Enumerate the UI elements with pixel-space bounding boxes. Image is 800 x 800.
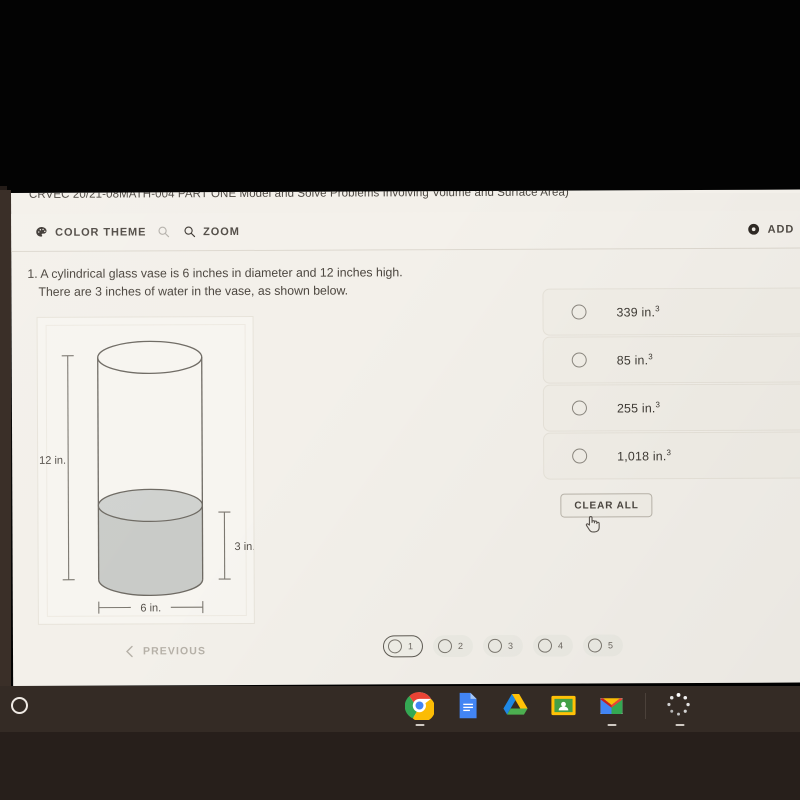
laptop-body-below-screen [0,732,800,800]
answer-exponent-2: 3 [648,352,653,362]
palette-icon [35,226,48,239]
answer-option-label-1: 339 in.3 [616,304,659,319]
loading-spinner-icon[interactable] [665,691,694,726]
app-toolbar: COLOR THEME ZOOM ADD [11,210,800,252]
previous-label: PREVIOUS [142,645,207,658]
zoom-out-button[interactable] [157,225,170,238]
google-drive-icon[interactable] [501,691,530,720]
previous-button[interactable]: PREVIOUS [125,645,206,657]
question-pager: 1 2 3 4 5 [382,634,624,658]
question-number: 1. [27,266,38,281]
pager-item-2[interactable]: 2 [432,634,474,658]
answer-option-label-2: 85 in.3 [617,352,653,367]
chevron-left-icon [125,645,134,658]
pager-ring-3 [487,638,503,653]
pager-item-4[interactable]: 4 [532,634,574,657]
pager-number-1: 1 [407,641,414,652]
google-classroom-icon[interactable] [549,691,578,720]
answer-options-list: 339 in.3 85 in.3 255 in.3 1,018 in.3 [542,287,800,481]
gmail-running-indicator [607,724,616,726]
zoom-button[interactable]: ZOOM [183,225,240,238]
magnifier-icon [183,225,196,238]
svg-text:6 in.: 6 in. [140,602,161,614]
pager-item-1[interactable]: 1 [382,635,424,658]
shelf-app-icons [405,691,694,726]
pager-number-5: 5 [608,640,614,651]
radio-button-1[interactable] [571,304,587,320]
color-theme-button[interactable]: COLOR THEME [35,225,146,238]
cylinder-water-diagram: 12 in. 3 in. 6 in. [39,340,254,614]
answer-value-2: 85 in. [616,353,649,368]
browser-screen: CRVEC 20/21-08MATH-004 PART ONE Model an… [11,189,800,686]
svg-text:3 in.: 3 in. [235,541,254,553]
circle-dot-icon [748,223,761,236]
answer-exponent-1: 3 [655,304,660,314]
chrome-running-indicator [415,724,424,726]
pager-ring-2 [437,639,453,654]
screenshot-root: CRVEC 20/21-08MATH-004 PART ONE Model an… [0,0,800,800]
question-line-1: A cylindrical glass vase is 6 inches in … [40,265,403,281]
pager-number-3: 3 [507,640,514,651]
answer-option-label-3: 255 in.3 [617,400,660,415]
chromeos-launcher-icon[interactable] [11,697,28,714]
radio-button-2[interactable] [571,352,587,368]
answer-option-4[interactable]: 1,018 in.3 [543,431,800,480]
color-theme-label: COLOR THEME [55,225,147,239]
radio-button-4[interactable] [572,448,588,464]
question-text: 1. A cylindrical glass vase is 6 inches … [27,263,467,302]
diagram-frame: 12 in. 3 in. 6 in. [36,315,255,625]
answer-option-1[interactable]: 339 in.3 [542,287,800,336]
add-button[interactable]: ADD [748,223,795,236]
photo-letterbox-top [0,0,800,196]
answer-option-3[interactable]: 255 in.3 [542,383,800,432]
pager-number-4: 4 [558,640,564,651]
answer-option-2[interactable]: 85 in.3 [542,335,800,384]
pager-item-3[interactable]: 3 [482,634,524,657]
gmail-icon[interactable] [597,691,626,726]
clear-all-button[interactable]: CLEAR ALL [560,493,653,518]
answer-value-3: 255 in. [616,401,656,416]
google-docs-icon[interactable] [453,691,482,720]
svg-text:12 in.: 12 in. [39,455,66,467]
answer-value-1: 339 in. [616,305,656,320]
pager-number-2: 2 [457,641,464,652]
answer-value-4: 1,018 in. [617,449,667,464]
pager-ring-4 [537,638,553,653]
pager-ring-1 [387,639,403,654]
answer-exponent-3: 3 [655,400,661,410]
question-line-2: There are 3 inches of water in the vase,… [38,283,349,300]
laptop-bezel-left [0,190,11,686]
shelf-separator [645,692,646,719]
spinner-running-indicator [675,724,684,726]
mouse-cursor-hand-icon [585,516,600,533]
answer-option-label-4: 1,018 in.3 [617,448,671,463]
chrome-icon[interactable] [405,691,434,726]
radio-button-3[interactable] [571,400,587,416]
zoom-label: ZOOM [203,225,240,238]
magnifier-faded-icon [157,225,170,238]
pager-ring-5 [588,638,603,653]
answer-exponent-4: 3 [666,448,672,458]
pager-item-5[interactable]: 5 [582,634,624,657]
add-label: ADD [767,223,795,236]
